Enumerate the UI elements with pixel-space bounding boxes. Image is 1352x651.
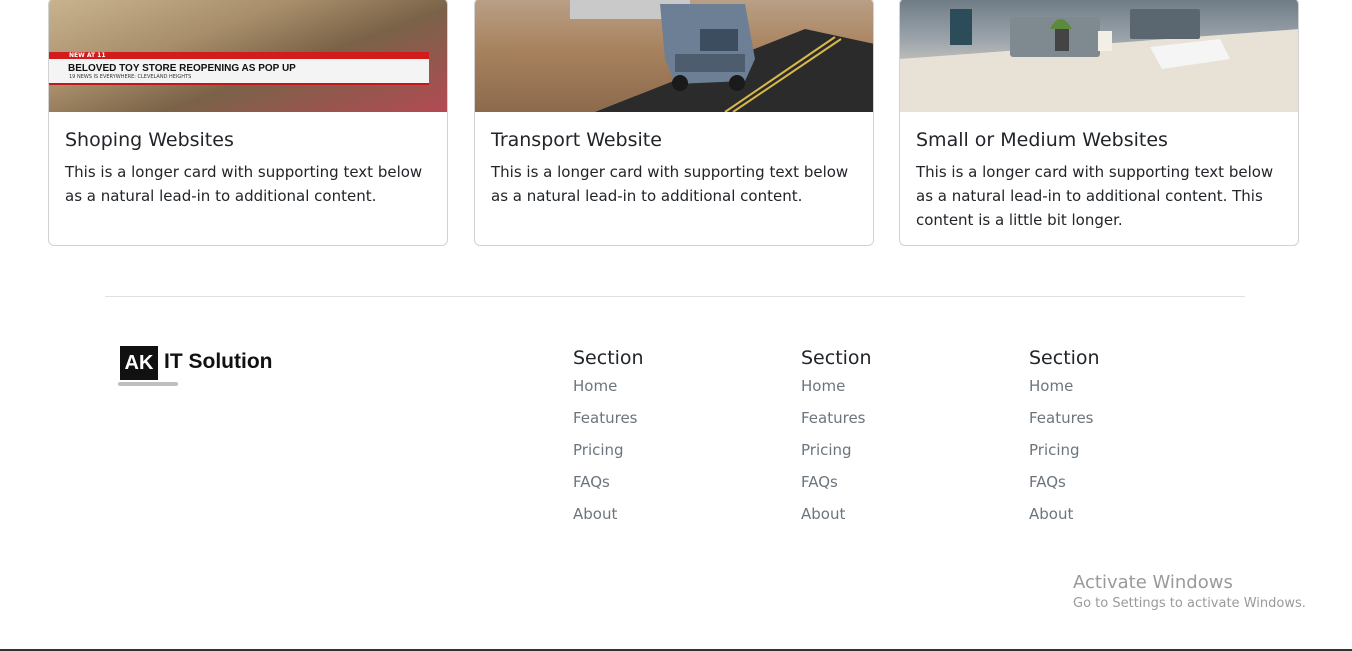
footer-link-pricing[interactable]: Pricing xyxy=(801,440,872,472)
footer-link-home[interactable]: Home xyxy=(1029,376,1100,408)
footer-link-home[interactable]: Home xyxy=(801,376,872,408)
section-heading: Section xyxy=(1029,347,1100,369)
logo-text: IT Solution xyxy=(164,350,273,373)
footer-link-pricing[interactable]: Pricing xyxy=(1029,440,1100,472)
card-title: Small or Medium Websites xyxy=(916,129,1168,151)
card-image-truck xyxy=(475,0,873,112)
footer-link-about[interactable]: About xyxy=(801,504,872,536)
card-small-medium: Small or Medium Websites This is a longe… xyxy=(899,0,1299,246)
card-title: Shoping Websites xyxy=(65,129,234,151)
section-heading: Section xyxy=(573,347,644,369)
news-banner: BELOVED TOY STORE REOPENING AS POP UP 19… xyxy=(49,59,429,85)
footer-link-faqs[interactable]: FAQs xyxy=(801,472,872,504)
footer-link-pricing[interactable]: Pricing xyxy=(573,440,644,472)
footer-section-3: Section Home Features Pricing FAQs About xyxy=(1029,346,1100,536)
card-text: This is a longer card with supporting te… xyxy=(916,163,1274,229)
footer-divider xyxy=(105,296,1245,297)
card-text: This is a longer card with supporting te… xyxy=(65,163,423,205)
footer-link-home[interactable]: Home xyxy=(573,376,644,408)
truck-road-illustration xyxy=(570,0,873,112)
card-transport: Transport Website This is a longer card … xyxy=(474,0,874,246)
news-headline: BELOVED TOY STORE REOPENING AS POP UP xyxy=(68,63,296,74)
section-heading: Section xyxy=(801,347,872,369)
footer-link-features[interactable]: Features xyxy=(1029,408,1100,440)
meeting-illustration xyxy=(900,9,1298,112)
news-subline: 19 NEWS IS EVERYWHERE: CLEVELAND HEIGHTS xyxy=(69,74,192,80)
card-row: NEW AT 11 BELOVED TOY STORE REOPENING AS… xyxy=(48,0,1301,248)
footer-link-about[interactable]: About xyxy=(1029,504,1100,536)
footer-section-1: Section Home Features Pricing FAQs About xyxy=(573,346,644,536)
footer-link-features[interactable]: Features xyxy=(573,408,644,440)
footer-link-faqs[interactable]: FAQs xyxy=(1029,472,1100,504)
card-image-office-meeting xyxy=(900,0,1298,112)
card-title: Transport Website xyxy=(491,129,662,151)
watermark-title: Activate Windows xyxy=(1073,572,1233,593)
footer-link-features[interactable]: Features xyxy=(801,408,872,440)
card-image-toy-store: NEW AT 11 BELOVED TOY STORE REOPENING AS… xyxy=(49,0,447,112)
card-text: This is a longer card with supporting te… xyxy=(491,163,849,205)
activate-windows-watermark: Activate Windows Go to Settings to activ… xyxy=(1073,572,1306,614)
news-banner-top-text: NEW AT 11 xyxy=(69,52,106,59)
footer-link-about[interactable]: About xyxy=(573,504,644,536)
footer-logo[interactable]: AK IT Solution xyxy=(118,346,273,386)
news-banner-top: NEW AT 11 xyxy=(49,52,429,59)
footer-link-faqs[interactable]: FAQs xyxy=(573,472,644,504)
card-shopping: NEW AT 11 BELOVED TOY STORE REOPENING AS… xyxy=(48,0,448,246)
logo-mark: AK xyxy=(120,346,158,380)
footer-section-2: Section Home Features Pricing FAQs About xyxy=(801,346,872,536)
laptop-base-icon xyxy=(118,382,178,386)
watermark-subtitle: Go to Settings to activate Windows. xyxy=(1073,596,1306,611)
